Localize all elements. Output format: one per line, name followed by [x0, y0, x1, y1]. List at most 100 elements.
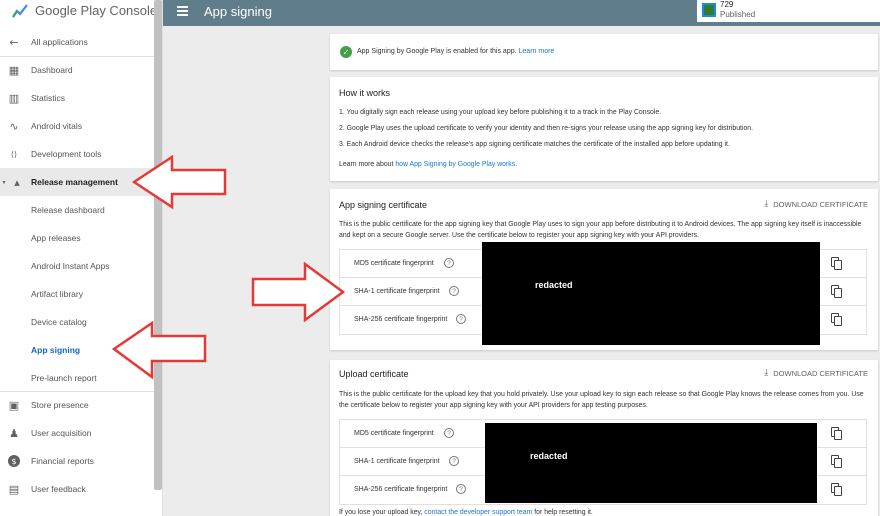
lost-key-suffix: for help resetting it.: [532, 509, 593, 516]
sidebar-item-statistics[interactable]: ▥ Statistics: [0, 84, 154, 112]
sidebar-item-label: User acquisition: [31, 428, 92, 438]
notice-message: App Signing by Google Play is enabled fo…: [357, 48, 517, 55]
sidebar-item-user-feedback[interactable]: ▤ User feedback: [0, 475, 154, 503]
sidebar-item-release-management[interactable]: ▾ ▴ Release management: [0, 168, 154, 196]
person-add-icon: ♟: [9, 426, 19, 440]
page-title: App signing: [204, 4, 272, 19]
card-title: How it works: [339, 88, 391, 98]
fingerprint-label: MD5 certificate fingerprint: [354, 430, 434, 437]
help-icon[interactable]: ?: [444, 428, 454, 438]
how-it-works-card: How it works 1. You digitally sign each …: [330, 77, 878, 181]
download-certificate-button[interactable]: ⤓ DOWNLOAD CERTIFICATE: [764, 368, 868, 378]
download-icon: ⤓: [764, 199, 769, 209]
sidebar-item-label: Artifact library: [31, 289, 83, 299]
card-title: App signing certificate: [339, 200, 428, 210]
learn-more-text: Learn more about how App Signing by Goog…: [339, 161, 517, 168]
sidebar-item-user-acquisition[interactable]: ♟ User acquisition: [0, 419, 154, 447]
fingerprint-label: MD5 certificate fingerprint: [354, 260, 434, 267]
sidebar-item-label: Android Instant Apps: [31, 261, 110, 271]
chevron-down-icon: ▾: [2, 178, 6, 186]
sidebar-item-label: App signing: [31, 345, 81, 355]
help-icon[interactable]: ?: [456, 314, 466, 324]
play-console-logo-icon: [12, 4, 28, 18]
sidebar-item-label: App releases: [31, 233, 81, 243]
dashboard-icon: ▦: [8, 63, 20, 77]
help-icon[interactable]: ?: [456, 484, 466, 494]
sidebar-item-app-releases[interactable]: App releases: [0, 224, 154, 252]
how-it-works-link[interactable]: how App Signing by Google Play works.: [395, 161, 517, 168]
dollar-icon: $: [8, 455, 20, 467]
menu-icon[interactable]: [177, 6, 188, 16]
sidebar-item-label: Dashboard: [31, 65, 73, 75]
copy-icon[interactable]: [831, 285, 842, 298]
logo-text: Google Play Console: [35, 3, 158, 18]
sidebar-item-label: Financial reports: [31, 456, 94, 466]
contact-support-link[interactable]: contact the developer support team: [424, 509, 532, 516]
step-2: 2. Google Play uses the upload certifica…: [339, 125, 754, 132]
app-icon: [702, 3, 716, 17]
sidebar-item-label: All applications: [31, 37, 88, 47]
card-title: Upload certificate: [339, 369, 409, 379]
top-app-bar: App signing 729 Published: [163, 0, 880, 26]
sidebar-item-financial-reports[interactable]: $ Financial reports: [0, 447, 154, 475]
sidebar-item-label: Development tools: [31, 149, 102, 159]
sidebar-item-release-dashboard[interactable]: Release dashboard: [0, 196, 154, 224]
pulse-icon: ∿: [9, 119, 19, 133]
download-icon: ⤓: [764, 368, 769, 378]
sidebar-scrollbar[interactable]: [154, 0, 162, 490]
download-label: DOWNLOAD CERTIFICATE: [773, 368, 868, 378]
sidebar-item-development-tools[interactable]: ⟨⟩ Development tools: [0, 140, 154, 168]
store-icon: ▣: [8, 398, 20, 412]
app-signing-enabled-notice: ✓ App Signing by Google Play is enabled …: [330, 34, 878, 70]
step-1: 1. You digitally sign each release using…: [339, 109, 662, 116]
app-selector[interactable]: 729 Published: [697, 0, 880, 22]
sidebar-item-label: Android vitals: [31, 121, 83, 131]
fingerprint-label: SHA-256 certificate fingerprint: [354, 316, 448, 323]
sidebar-item-dashboard[interactable]: ▦ Dashboard: [0, 56, 154, 84]
sidebar-item-artifact-library[interactable]: Artifact library: [0, 280, 154, 308]
bar-chart-icon: ▥: [8, 91, 20, 105]
app-status: Published: [720, 10, 756, 19]
sidebar-item-label: Release management: [31, 177, 118, 187]
sidebar-item-store-presence[interactable]: ▣ Store presence: [0, 391, 154, 419]
arrow-left-icon: ←: [9, 35, 19, 49]
copy-icon[interactable]: [831, 313, 842, 326]
sidebar-item-label: Store presence: [31, 400, 89, 410]
download-label: DOWNLOAD CERTIFICATE: [773, 199, 868, 209]
rocket-icon: ▴: [14, 175, 20, 189]
redacted-label: redacted: [530, 451, 568, 461]
download-certificate-button[interactable]: ⤓ DOWNLOAD CERTIFICATE: [764, 199, 868, 209]
sidebar-item-android-vitals[interactable]: ∿ Android vitals: [0, 112, 154, 140]
check-circle-icon: ✓: [340, 46, 352, 58]
step-3: 3. Each Android device checks the releas…: [339, 141, 730, 148]
app-name: 729: [720, 0, 734, 9]
sidebar-item-label: Device catalog: [31, 317, 87, 327]
code-icon: ⟨⟩: [10, 149, 18, 159]
help-icon[interactable]: ?: [444, 258, 454, 268]
copy-icon[interactable]: [831, 427, 842, 440]
sidebar-item-label: Release dashboard: [31, 205, 105, 215]
annotation-arrow-release-management: [132, 155, 227, 210]
learn-more-link[interactable]: Learn more: [519, 48, 555, 55]
fingerprint-label: SHA-1 certificate fingerprint: [354, 458, 440, 465]
redaction-box: redacted: [482, 242, 820, 345]
annotation-arrow-app-signing: [112, 321, 207, 380]
learn-more-prefix: Learn more about: [339, 161, 396, 168]
redacted-label: redacted: [535, 280, 573, 290]
sidebar-item-all-applications[interactable]: ← All applications: [0, 28, 154, 56]
certificate-description: This is the public certificate for the a…: [339, 221, 862, 239]
copy-icon[interactable]: [831, 483, 842, 496]
annotation-arrow-sha1: [251, 262, 346, 322]
play-console-logo[interactable]: Google Play Console: [0, 0, 158, 24]
redaction-box: redacted: [485, 423, 817, 503]
sidebar-item-label: User feedback: [31, 484, 86, 494]
lost-key-prefix: If you lose your upload key,: [339, 509, 425, 516]
sidebar-item-label: Statistics: [31, 93, 66, 103]
sidebar-item-android-instant-apps[interactable]: Android Instant Apps: [0, 252, 154, 280]
help-icon[interactable]: ?: [449, 456, 459, 466]
help-icon[interactable]: ?: [449, 286, 459, 296]
copy-icon[interactable]: [831, 257, 842, 270]
copy-icon[interactable]: [831, 455, 842, 468]
sidebar: Google Play Console ← All applications ▦…: [0, 0, 163, 516]
lost-key-note: If you lose your upload key, contact the…: [339, 509, 593, 516]
